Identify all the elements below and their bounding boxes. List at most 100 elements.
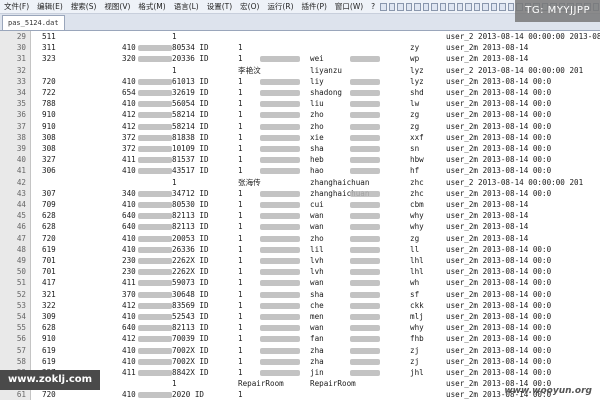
line-field-c2: 410 [122,312,136,321]
line-field-c2: 410 [122,233,136,243]
line-field-c1: 306 [42,166,56,176]
redacted-block [350,123,380,130]
menu-item[interactable]: 格式(M) [134,1,169,12]
line-field-c3: 26336 ID [172,244,209,254]
file-tab[interactable]: pas_5124.dat [2,15,65,30]
line-field-c7: user_2m 2013-08-14 [446,233,529,243]
line-field-c6: zy [410,43,420,53]
toolbar-icon[interactable] [439,2,447,11]
redacted-block [138,314,172,320]
line-number: 57 [16,345,26,355]
line-field-c2: 410 [122,200,136,209]
menu-item[interactable]: 插件(P) [298,1,331,12]
line-field-c6: lhl [410,256,424,265]
line-field-c4: 1 [238,121,243,131]
line-field-c2: 340 [122,188,136,198]
toolbar-icon[interactable] [431,2,438,11]
menu-item[interactable]: 宏(O) [236,1,263,12]
toolbar-icon[interactable] [380,2,387,11]
redacted-block [350,370,380,376]
redacted-block [260,213,300,220]
redacted-block [260,190,300,197]
menu-item[interactable]: 运行(R) [263,1,297,12]
toolbar-icon[interactable] [414,2,421,11]
line-field-c1: 720 [42,233,56,243]
redacted-block [138,224,172,231]
line-field-c5: zho [310,233,324,243]
toolbar-icon[interactable] [507,2,515,11]
text-line: 47 720 410 20053 ID 1 zho zg user_2m 2013-08-14 [0,233,600,245]
toolbar-icon[interactable] [388,2,396,11]
line-field-c7: user_2m 2013-08-14 [446,200,529,209]
text-line: 44 709 410 80530 ID 1 cui cbm user_2m 2013-08-1… [0,199,600,211]
line-field-c4: 1 [238,368,243,377]
toolbar-icon[interactable] [405,2,413,11]
line-field-c1: 309 [42,312,56,321]
menu-item[interactable]: 窗口(W) [331,1,367,12]
text-line: 53 322 412 83569 ID 1 che ckk user_2m 2013-08-1… [0,300,600,312]
line-field-c3: 80534 ID [172,43,209,53]
line-field-c7: user_2m 2013-08-14 00:0 [446,256,552,265]
redacted-block [260,202,300,208]
line-field-c6: sf [410,289,420,299]
line-field-c5: hao [310,166,324,176]
menu-item[interactable]: ? [367,2,379,11]
watermark-bottom-left: www.zoklj.com [0,370,101,390]
line-field-c2: 412 [122,300,136,310]
editor-area[interactable]: 29 511 1 user_2 2013-08-14 00:00:00 2013-08… [0,31,600,400]
line-number: 30 [16,43,26,53]
line-field-c5: RepairRoom [310,379,356,389]
line-field-c1: 701 [42,256,56,265]
toolbar-icon[interactable] [473,2,481,11]
line-field-c3: 32619 ID [172,88,209,97]
redacted-block [138,56,172,63]
line-field-c4: 1 [238,267,243,277]
menu-item[interactable]: 文件(F) [0,1,33,12]
redacted-block [350,101,380,108]
redacted-block [138,157,172,164]
line-field-c3: 7002X ID [172,345,209,355]
menu-bar: 文件(F) 编辑(E) 搜索(S) 视图(V) 格式(M) 语言(L) 设置(T) 宏(O) 运… [0,0,600,14]
line-field-c5: heb [310,155,324,165]
toolbar-icon[interactable] [422,2,430,11]
line-field-c4: 1 [238,43,243,53]
line-field-c1: 720 [42,76,56,86]
line-field-c5: liu [310,99,324,109]
line-field-c6: why [410,222,424,232]
menu-item[interactable]: 设置(T) [203,1,236,12]
text-line: 48 619 410 26336 ID 1 lil ll user_2m 2013-08-14… [0,244,600,256]
toolbar-icon[interactable] [465,2,472,11]
toolbar-icon[interactable] [397,2,404,11]
redacted-block [260,78,300,85]
line-field-c6: lyz [410,76,424,86]
redacted-block [350,291,380,298]
menu-item[interactable]: 搜索(S) [67,1,101,12]
toolbar-icon[interactable] [490,2,498,11]
redacted-block [350,336,380,343]
toolbar-icon[interactable] [482,2,489,11]
redacted-block [350,302,380,309]
line-field-c3: 7002X ID [172,356,209,366]
line-field-c6: zg [410,110,420,120]
line-field-c3: 80530 ID [172,200,209,209]
menu-item[interactable]: 语言(L) [170,1,203,12]
toolbar-icon[interactable] [456,2,464,11]
text-line: 52 321 370 30648 ID 1 sha sf user_2m 2013-08-14… [0,289,600,301]
redacted-block [350,235,380,242]
redacted-block [138,146,172,152]
menu-item[interactable]: 视图(V) [100,1,134,12]
toolbar-icon[interactable] [499,2,506,11]
text-line: 33 720 410 61013 ID 1 liy lyz user_2m 2013-08-1… [0,76,600,88]
redacted-block [260,325,300,332]
line-field-c2: 640 [122,211,136,221]
line-field-c4: 1 [238,256,243,265]
redacted-block [138,78,172,85]
redacted-block [138,112,172,119]
tab-bar: pas_5124.dat [0,14,600,31]
text-line: 32 1 李艳汶 liyanzu lyz user_2 2013-08-14 00:00:… [0,65,600,77]
toolbar-icon[interactable] [448,2,455,11]
redacted-block [138,213,172,220]
line-field-c4: 1 [238,132,243,142]
menu-item[interactable]: 编辑(E) [33,1,67,12]
line-field-c1: 709 [42,200,56,209]
